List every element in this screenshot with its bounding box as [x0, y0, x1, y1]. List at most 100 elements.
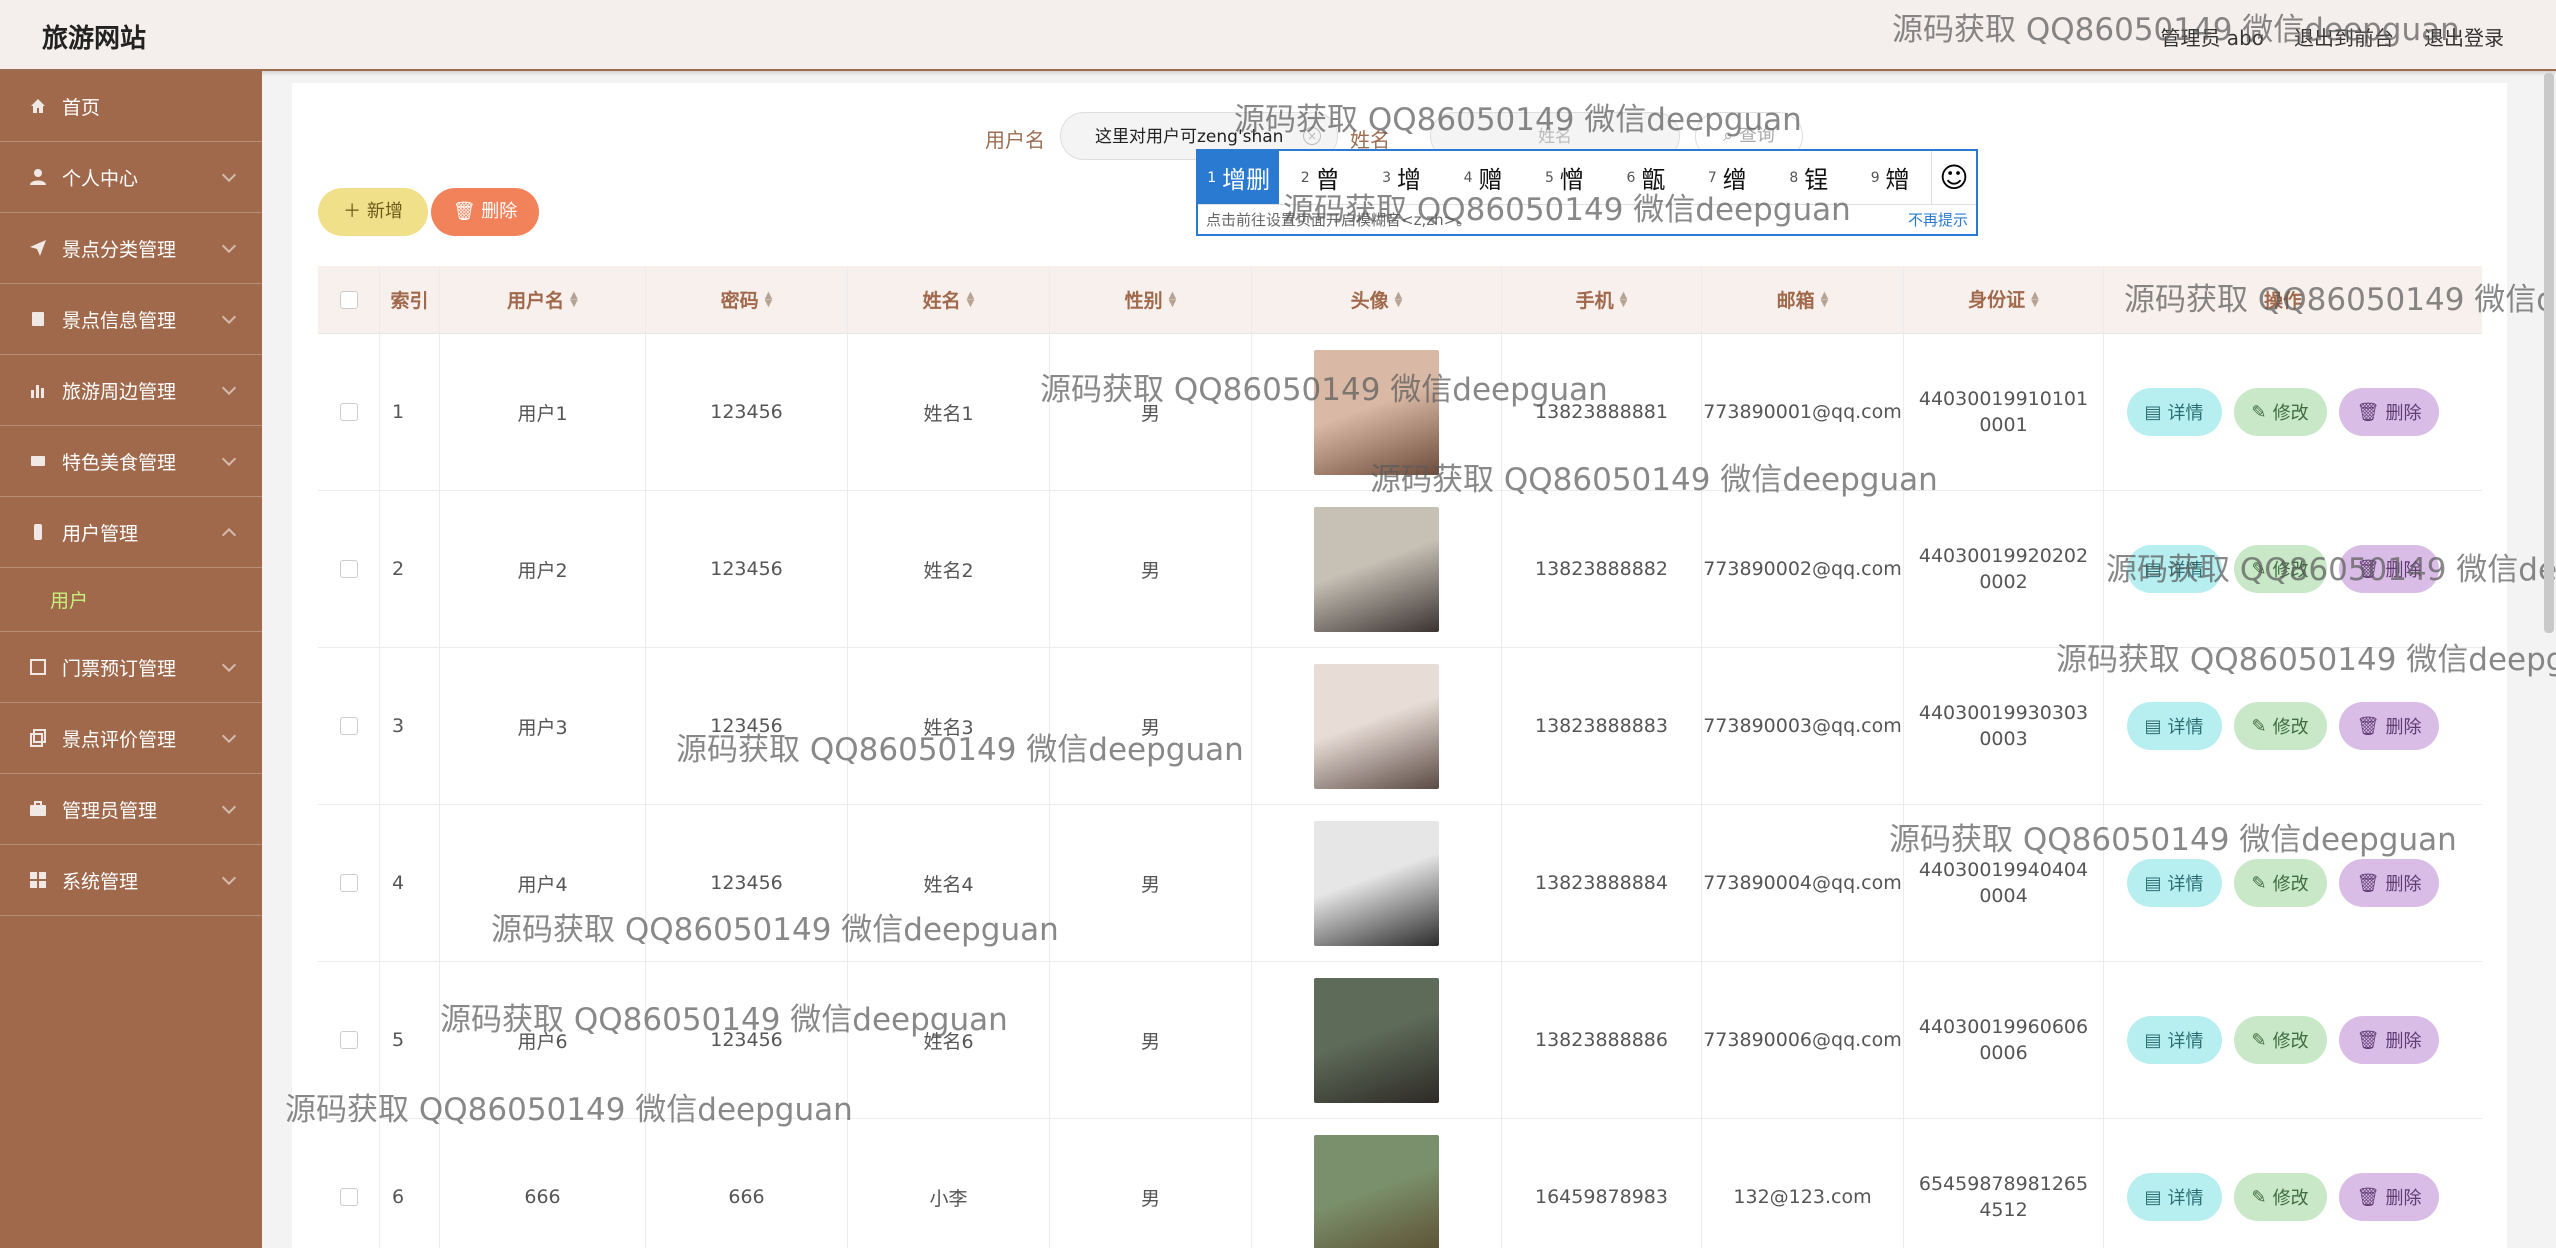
sort-icon[interactable]: ▲ ▼ [1620, 290, 1628, 308]
sidebar-item-food[interactable]: 特色美食管理 [0, 426, 262, 497]
add-button[interactable]: ＋ 新增 [318, 188, 428, 236]
sidebar-item-user-management[interactable]: 用户管理 [0, 497, 262, 568]
edit-button[interactable]: ✎ 修改 [2233, 859, 2327, 907]
ime-candidate-number: 3 [1382, 169, 1392, 186]
detail-button[interactable]: ▤ 详情 [2126, 1016, 2222, 1064]
header-email[interactable]: 邮箱 ▲ ▼ [1702, 266, 1904, 333]
table-header: 索引 用户名 ▲ ▼ 密码 ▲ ▼ 姓名 ▲ ▼ 性别 ▲ ▼ 头像 ▲ ▼ 手机 ▲ ▼ 邮箱 ▲ ▼ 身… [318, 266, 2482, 334]
ime-candidate-number: 9 [1870, 169, 1880, 186]
delete-label: 删除 [2385, 874, 2422, 895]
cell-phone: 13823888882 [1502, 491, 1702, 647]
ime-candidate[interactable]: 2曾 [1279, 151, 1360, 204]
edit-label: 修改 [2272, 1031, 2309, 1052]
header-avatar[interactable]: 头像 ▲ ▼ [1252, 266, 1502, 333]
sort-icon[interactable]: ▲ ▼ [967, 290, 975, 308]
row-checkbox[interactable] [339, 1188, 358, 1206]
row-checkbox[interactable] [339, 560, 358, 578]
sidebar-item-system[interactable]: 系统管理 [0, 845, 262, 916]
back-to-frontend-link[interactable]: 退出到前台 [2294, 22, 2394, 51]
sidebar-subitem-users[interactable]: 用户 [0, 568, 262, 632]
sort-icon[interactable]: ▲ ▼ [1169, 290, 1177, 308]
ime-candidate[interactable]: 9矰 [1850, 151, 1931, 204]
delete-row-button[interactable]: 🗑 删除 [2338, 545, 2440, 593]
detail-button[interactable]: ▤ 详情 [2126, 1173, 2222, 1221]
select-all-checkbox[interactable] [339, 290, 358, 309]
sidebar-item-label: 景点评价管理 [62, 728, 177, 751]
trash-icon: 🗑 [2356, 1029, 2380, 1051]
cell-username: 用户6 [440, 962, 646, 1118]
sidebar-item-profile[interactable]: 个人中心 [0, 142, 262, 213]
detail-button[interactable]: ▤ 详情 [2126, 545, 2222, 593]
ime-candidate[interactable]: 7缯 [1687, 151, 1768, 204]
ime-candidate[interactable]: 5憎 [1524, 151, 1605, 204]
cell-phone: 13823888886 [1502, 962, 1702, 1118]
row-checkbox[interactable] [339, 403, 358, 421]
sidebar-item-admin-management[interactable]: 管理员管理 [0, 774, 262, 845]
ime-dismiss-link[interactable]: 不再提示 [1908, 209, 1968, 230]
logout-link[interactable]: 退出登录 [2424, 22, 2504, 51]
sidebar-item-label: 门票预订管理 [62, 657, 177, 680]
emoji-icon[interactable]: ☺ [1930, 151, 1976, 204]
delete-row-button[interactable]: 🗑 删除 [2338, 1016, 2440, 1064]
sidebar-item-ticket-booking[interactable]: 门票预订管理 [0, 632, 262, 703]
cell-avatar [1252, 805, 1502, 961]
header-phone[interactable]: 手机 ▲ ▼ [1502, 266, 1702, 333]
ime-candidate-popup: 1 增删 2曾 3增 4赠 5憎 6甑 7缯 8锃 9矰 ☺ 点击前往设置页面开启… [1196, 149, 1978, 236]
detail-button[interactable]: ▤ 详情 [2126, 859, 2222, 907]
sidebar-item-spot-info[interactable]: 景点信息管理 [0, 284, 262, 355]
header-username[interactable]: 用户名 ▲ ▼ [440, 266, 646, 333]
clear-icon[interactable]: × [1303, 127, 1321, 145]
sort-icon[interactable]: ▲ ▼ [2031, 290, 2039, 308]
delete-row-button[interactable]: 🗑 删除 [2338, 702, 2440, 750]
delete-label: 删除 [2385, 717, 2422, 738]
detail-button[interactable]: ▤ 详情 [2126, 388, 2222, 436]
edit-button[interactable]: ✎ 修改 [2233, 388, 2327, 436]
cell-phone: 13823888881 [1502, 334, 1702, 490]
header-sex[interactable]: 性别 ▲ ▼ [1050, 266, 1252, 333]
pencil-icon: ✎ [2251, 1186, 2267, 1208]
batch-delete-button[interactable]: 🗑 删除 [431, 188, 539, 236]
row-checkbox[interactable] [339, 874, 358, 892]
edit-button[interactable]: ✎ 修改 [2233, 702, 2327, 750]
document-icon: ▤ [2144, 1186, 2162, 1208]
cell-avatar [1252, 648, 1502, 804]
briefcase-icon [28, 799, 48, 819]
edit-button[interactable]: ✎ 修改 [2233, 1016, 2327, 1064]
page-scrollbar[interactable] [2544, 73, 2554, 633]
cell-phone: 13823888883 [1502, 648, 1702, 804]
chevron-down-icon [221, 451, 237, 467]
header-name[interactable]: 姓名 ▲ ▼ [848, 266, 1050, 333]
sort-icon[interactable]: ▲ ▼ [765, 290, 773, 308]
cell-email: 773890004@qq.com [1702, 805, 1904, 961]
sort-icon[interactable]: ▲ ▼ [1395, 290, 1403, 308]
sort-icon[interactable]: ▲ ▼ [1821, 290, 1829, 308]
sort-icon[interactable]: ▲ ▼ [570, 290, 578, 308]
row-checkbox[interactable] [339, 1031, 358, 1049]
header-ops: 操作 [2263, 290, 2302, 312]
edit-button[interactable]: ✎ 修改 [2233, 545, 2327, 593]
edit-label: 修改 [2272, 403, 2309, 424]
ime-candidate[interactable]: 3增 [1361, 151, 1442, 204]
avatar [1314, 977, 1439, 1103]
header-idcard[interactable]: 身份证 ▲ ▼ [1904, 266, 2104, 333]
cell-ops: ▤ 详情 ✎ 修改 🗑 删除 [2104, 1119, 2462, 1248]
delete-row-button[interactable]: 🗑 删除 [2338, 388, 2440, 436]
avatar [1314, 663, 1439, 789]
sidebar-item-spot-review[interactable]: 景点评价管理 [0, 703, 262, 774]
ime-candidate[interactable]: 6甑 [1605, 151, 1686, 204]
ime-candidate[interactable]: 8锃 [1768, 151, 1849, 204]
cell-username: 用户2 [440, 491, 646, 647]
sidebar-item-spot-category[interactable]: 景点分类管理 [0, 213, 262, 284]
sidebar-item-surroundings[interactable]: 旅游周边管理 [0, 355, 262, 426]
ime-candidate[interactable]: 1 增删 [1198, 151, 1280, 204]
cell-name: 姓名1 [848, 334, 1050, 490]
detail-button[interactable]: ▤ 详情 [2126, 702, 2222, 750]
delete-row-button[interactable]: 🗑 删除 [2338, 1173, 2440, 1221]
row-checkbox[interactable] [339, 717, 358, 735]
chevron-down-icon [221, 167, 237, 183]
header-password[interactable]: 密码 ▲ ▼ [646, 266, 848, 333]
delete-row-button[interactable]: 🗑 删除 [2338, 859, 2440, 907]
ime-candidate[interactable]: 4赠 [1442, 151, 1523, 204]
edit-button[interactable]: ✎ 修改 [2233, 1173, 2327, 1221]
sidebar-item-home[interactable]: 首页 [0, 71, 262, 142]
